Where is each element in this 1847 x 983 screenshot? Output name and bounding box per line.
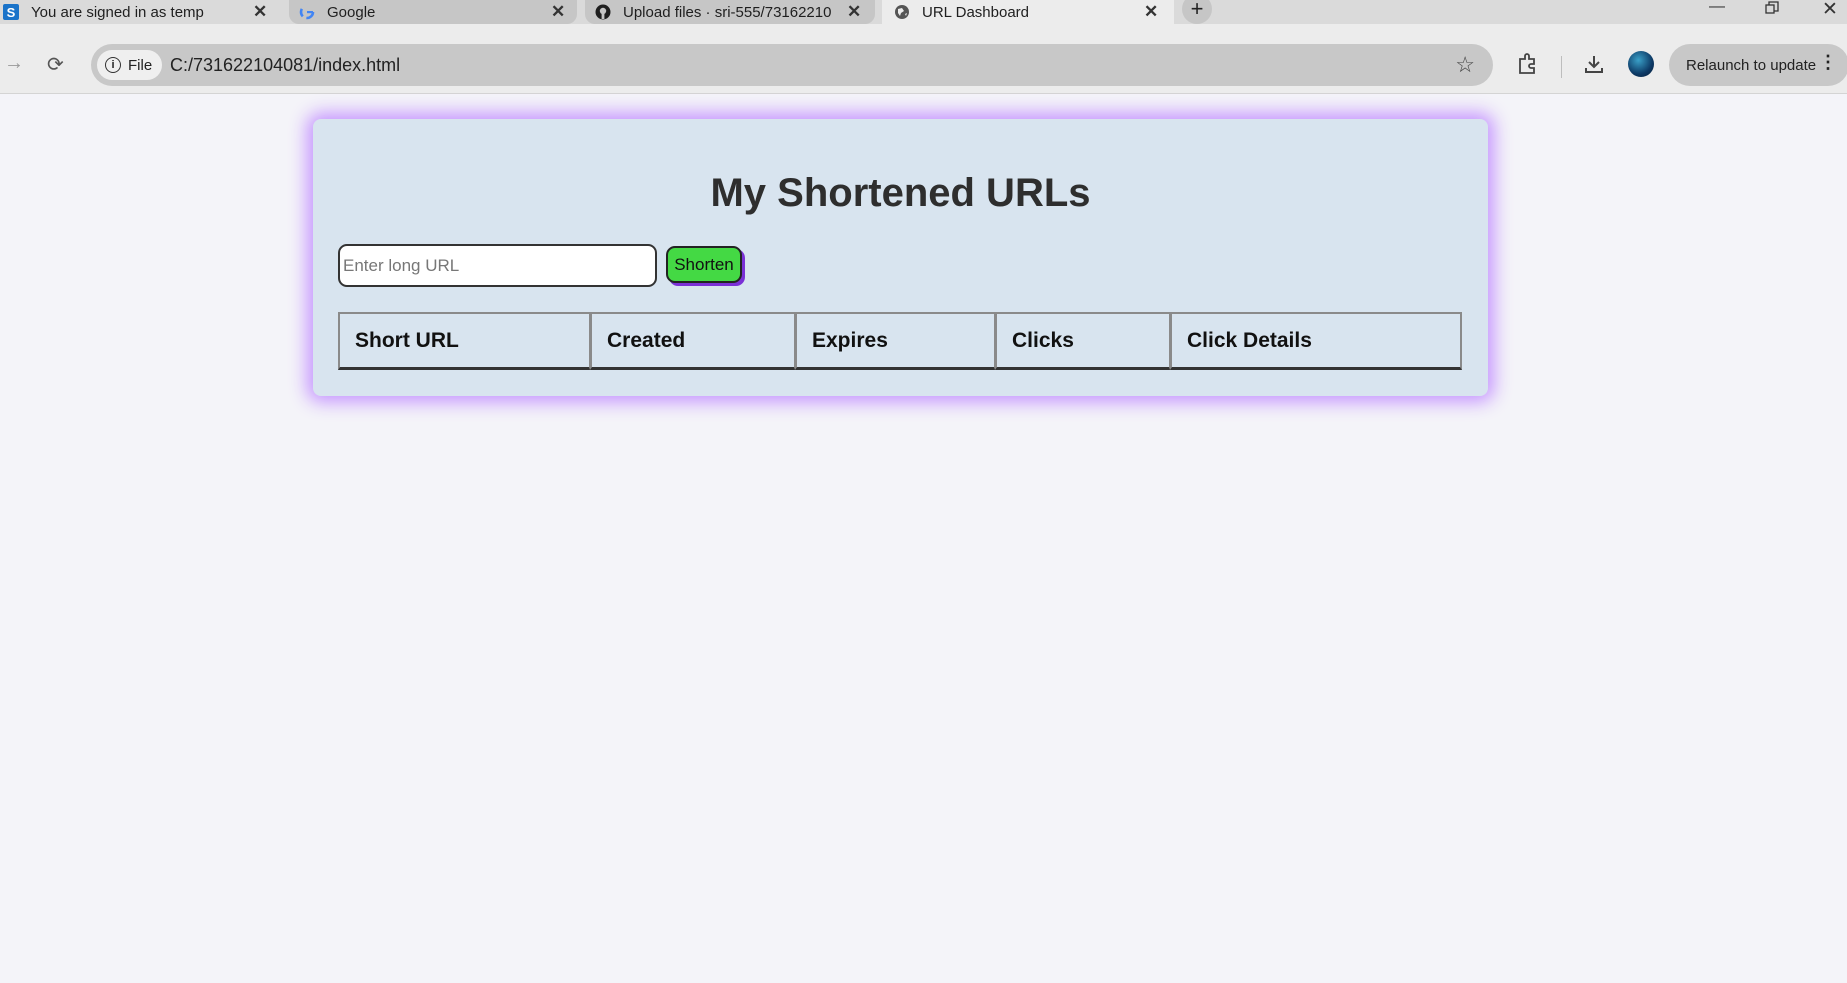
close-icon[interactable]: ✕ [1144, 2, 1158, 22]
shorten-button[interactable]: Shorten [666, 246, 742, 283]
bookmark-star-icon[interactable]: ☆ [1455, 52, 1475, 78]
tab-google[interactable]: Google ✕ [289, 0, 577, 24]
close-icon[interactable]: ✕ [551, 2, 565, 22]
download-icon[interactable] [1583, 53, 1605, 81]
google-icon [299, 4, 315, 20]
urls-table: Short URL Created Expires Clicks Click D… [338, 312, 1462, 370]
browser-toolbar: → ⟳ i File C:/731622104081/index.html ☆ … [0, 24, 1847, 94]
table-header-row: Short URL Created Expires Clicks Click D… [338, 312, 1462, 370]
column-header-created: Created [590, 312, 795, 370]
minimize-icon[interactable]: — [1709, 0, 1725, 16]
tab-strip: S You are signed in as temp ✕ Google ✕ U… [0, 0, 1847, 24]
close-window-icon[interactable]: ✕ [1822, 0, 1838, 21]
toolbar-separator [1561, 56, 1562, 78]
tab-url-dashboard[interactable]: URL Dashboard ✕ [882, 0, 1174, 24]
close-icon[interactable]: ✕ [253, 2, 267, 22]
globe-icon [894, 4, 910, 20]
profile-avatar[interactable] [1628, 51, 1654, 77]
column-header-short-url: Short URL [338, 312, 590, 370]
reload-icon[interactable]: ⟳ [47, 52, 64, 77]
close-icon[interactable]: ✕ [847, 2, 861, 22]
long-url-input[interactable] [338, 244, 657, 287]
github-icon [595, 4, 611, 20]
restore-icon[interactable] [1765, 1, 1779, 20]
page-title: My Shortened URLs [710, 171, 1091, 215]
tab-signed-in[interactable]: S You are signed in as temp ✕ [0, 0, 285, 24]
site-info-label: File [128, 56, 153, 74]
tab-label: URL Dashboard [922, 3, 1029, 21]
relaunch-button[interactable]: Relaunch to update ⋮ [1669, 44, 1847, 86]
new-tab-button[interactable]: + [1182, 0, 1212, 24]
s-logo-icon: S [3, 4, 19, 20]
relaunch-label: Relaunch to update [1686, 56, 1817, 74]
tab-label: You are signed in as temp [31, 3, 204, 21]
tab-upload-files[interactable]: Upload files · sri-555/73162210 ✕ [585, 0, 875, 24]
url-text[interactable]: C:/731622104081/index.html [170, 55, 400, 76]
tab-label: Google [327, 3, 376, 21]
column-header-click-details: Click Details [1170, 312, 1462, 370]
dashboard-card: My Shortened URLs Shorten Short URL Crea… [313, 119, 1488, 396]
column-header-clicks: Clicks [995, 312, 1170, 370]
forward-icon[interactable]: → [4, 52, 24, 75]
tab-label: Upload files · sri-555/73162210 [623, 3, 832, 21]
address-bar[interactable]: i File C:/731622104081/index.html ☆ [91, 44, 1493, 86]
extensions-icon[interactable] [1516, 53, 1538, 81]
more-menu-icon[interactable]: ⋮ [1819, 52, 1837, 73]
site-info-chip[interactable]: i File [97, 50, 163, 80]
column-header-expires: Expires [795, 312, 995, 370]
info-icon: i [105, 57, 121, 73]
